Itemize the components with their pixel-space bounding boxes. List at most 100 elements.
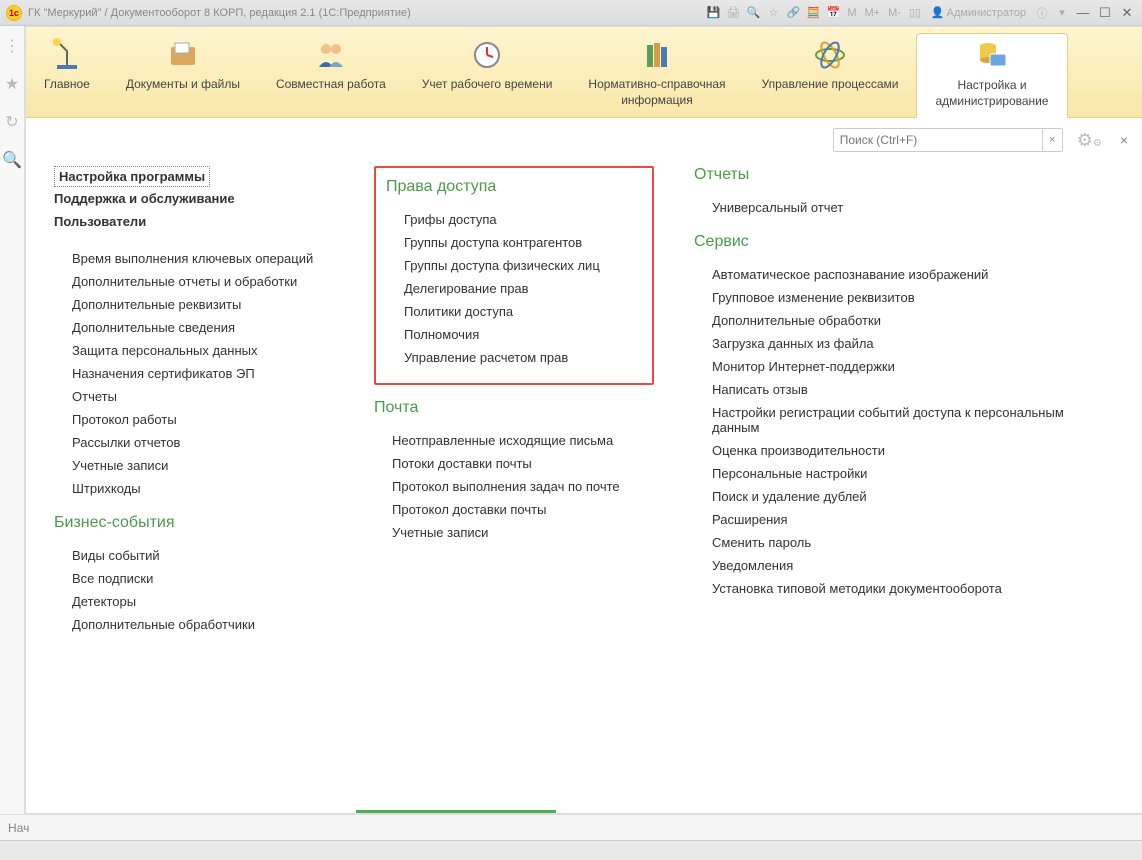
settings-link-3[interactable]: Дополнительные сведения [54, 316, 334, 339]
service-link-2[interactable]: Дополнительные обработки [694, 309, 1114, 332]
access-link-0[interactable]: Грифы доступа [386, 208, 642, 231]
maximize-button[interactable]: ☐ [1096, 5, 1114, 21]
clock-icon [422, 37, 553, 73]
link-support[interactable]: Поддержка и обслуживание [54, 187, 334, 210]
star-icon[interactable]: ★ [0, 72, 24, 96]
service-link-5[interactable]: Написать отзыв [694, 378, 1114, 401]
minimize-button[interactable]: — [1074, 5, 1092, 21]
service-link-8[interactable]: Персональные настройки [694, 462, 1114, 485]
dropdown-icon[interactable]: ▾ [1054, 5, 1070, 21]
save-icon[interactable]: 💾 [705, 5, 721, 21]
events-link-0[interactable]: Виды событий [54, 544, 334, 567]
settings-link-7[interactable]: Протокол работы [54, 408, 334, 431]
service-link-4[interactable]: Монитор Интернет-поддержки [694, 355, 1114, 378]
desk-lamp-icon [44, 37, 90, 73]
service-link-11[interactable]: Сменить пароль [694, 531, 1114, 554]
tab-label: Документы и файлы [126, 77, 240, 93]
access-link-6[interactable]: Управление расчетом прав [386, 346, 642, 369]
settings-link-8[interactable]: Рассылки отчетов [54, 431, 334, 454]
settings-link-10[interactable]: Штрихкоды [54, 477, 334, 500]
link-program-settings[interactable]: Настройка программы [54, 166, 210, 187]
people-icon [276, 37, 386, 73]
service-link-13[interactable]: Установка типовой методики документообор… [694, 577, 1114, 600]
search-input[interactable] [833, 128, 1043, 152]
app-logo-icon: 1c [6, 5, 22, 21]
access-link-4[interactable]: Политики доступа [386, 300, 642, 323]
column-access-mail: Права доступа Грифы доступаГруппы доступ… [374, 166, 654, 636]
bottom-tab-bar: Нач [0, 814, 1142, 840]
settings-gear-icon[interactable]: ⚙⚙ [1077, 130, 1102, 151]
settings-link-5[interactable]: Назначения сертификатов ЭП [54, 362, 334, 385]
settings-link-0[interactable]: Время выполнения ключевых операций [54, 247, 334, 270]
mail-link-0[interactable]: Неотправленные исходящие письма [374, 429, 654, 452]
service-link-7[interactable]: Оценка производительности [694, 439, 1114, 462]
events-link-1[interactable]: Все подписки [54, 567, 334, 590]
settings-link-6[interactable]: Отчеты [54, 385, 334, 408]
tab-documents[interactable]: Документы и файлы [108, 33, 258, 117]
panels-icon[interactable]: ▯▯ [907, 5, 923, 21]
service-link-9[interactable]: Поиск и удаление дублей [694, 485, 1114, 508]
content-area: Главное Документы и файлы Совместная раб… [25, 26, 1142, 814]
service-link-10[interactable]: Расширения [694, 508, 1114, 531]
folder-doc-icon [126, 37, 240, 73]
favorite-icon[interactable]: ☆ [765, 5, 781, 21]
search-rail-icon[interactable]: 🔍 [0, 148, 24, 172]
section-access-rights[interactable]: Права доступа [386, 178, 642, 196]
service-link-0[interactable]: Автоматическое распознавание изображений [694, 263, 1114, 286]
progress-indicator [356, 810, 556, 813]
close-button[interactable]: ✕ [1118, 5, 1136, 21]
access-link-1[interactable]: Группы доступа контрагентов [386, 231, 642, 254]
calendar-icon[interactable]: 📅 [825, 5, 841, 21]
section-service[interactable]: Сервис [694, 233, 1114, 251]
reports-link-0[interactable]: Универсальный отчет [694, 196, 1114, 219]
history-icon[interactable]: ↻ [0, 110, 24, 134]
section-business-events[interactable]: Бизнес-события [54, 514, 334, 532]
calc-icon[interactable]: 🧮 [805, 5, 821, 21]
mail-link-1[interactable]: Потоки доставки почты [374, 452, 654, 475]
access-link-2[interactable]: Группы доступа физических лиц [386, 254, 642, 277]
m-minus-btn[interactable]: M- [886, 7, 903, 19]
link-users[interactable]: Пользователи [54, 210, 334, 233]
section-mail[interactable]: Почта [374, 399, 654, 417]
m-btn[interactable]: M [845, 7, 858, 19]
bottom-tab[interactable]: Нач [8, 821, 29, 835]
access-link-5[interactable]: Полномочия [386, 323, 642, 346]
apps-icon[interactable]: ⋮⋮⋮ [0, 34, 24, 58]
atom-icon [762, 37, 899, 73]
settings-link-2[interactable]: Дополнительные реквизиты [54, 293, 334, 316]
section-reports[interactable]: Отчеты [694, 166, 1114, 184]
tab-collaboration[interactable]: Совместная работа [258, 33, 404, 117]
books-icon [588, 37, 725, 73]
tab-admin[interactable]: Настройка и администрирование [916, 33, 1067, 118]
service-link-1[interactable]: Групповое изменение реквизитов [694, 286, 1114, 309]
tab-main[interactable]: Главное [26, 33, 108, 117]
highlight-access-rights: Права доступа Грифы доступаГруппы доступ… [374, 166, 654, 385]
mail-link-4[interactable]: Учетные записи [374, 521, 654, 544]
info-icon[interactable]: ⓘ [1034, 5, 1050, 21]
tab-label: Управление процессами [762, 77, 899, 93]
service-link-6[interactable]: Настройки регистрации событий доступа к … [694, 401, 1114, 439]
search-clear-button[interactable]: × [1043, 128, 1063, 152]
events-link-2[interactable]: Детекторы [54, 590, 334, 613]
events-link-3[interactable]: Дополнительные обработчики [54, 613, 334, 636]
service-link-3[interactable]: Загрузка данных из файла [694, 332, 1114, 355]
tab-timesheet[interactable]: Учет рабочего времени [404, 33, 571, 117]
tab-reference[interactable]: Нормативно-справочная информация [570, 33, 743, 117]
settings-link-9[interactable]: Учетные записи [54, 454, 334, 477]
settings-link-4[interactable]: Защита персональных данных [54, 339, 334, 362]
user-label[interactable]: 👤Администратор [927, 6, 1030, 19]
window-title: ГК "Меркурий" / Документооборот 8 КОРП, … [28, 7, 411, 19]
m-plus-btn[interactable]: M+ [863, 7, 883, 19]
tab-processes[interactable]: Управление процессами [744, 33, 917, 117]
column-reports-service: Отчеты Универсальный отчет Сервис Автома… [694, 166, 1114, 636]
access-link-3[interactable]: Делегирование прав [386, 277, 642, 300]
mail-link-2[interactable]: Протокол выполнения задач по почте [374, 475, 654, 498]
settings-link-1[interactable]: Дополнительные отчеты и обработки [54, 270, 334, 293]
service-link-12[interactable]: Уведомления [694, 554, 1114, 577]
preview-icon[interactable]: 🔍 [745, 5, 761, 21]
titlebar: 1c ГК "Меркурий" / Документооборот 8 КОР… [0, 0, 1142, 26]
print-icon[interactable]: 🖨 [725, 5, 741, 21]
mail-link-3[interactable]: Протокол доставки почты [374, 498, 654, 521]
panel-close-button[interactable]: × [1120, 132, 1128, 148]
link-icon[interactable]: 🔗 [785, 5, 801, 21]
